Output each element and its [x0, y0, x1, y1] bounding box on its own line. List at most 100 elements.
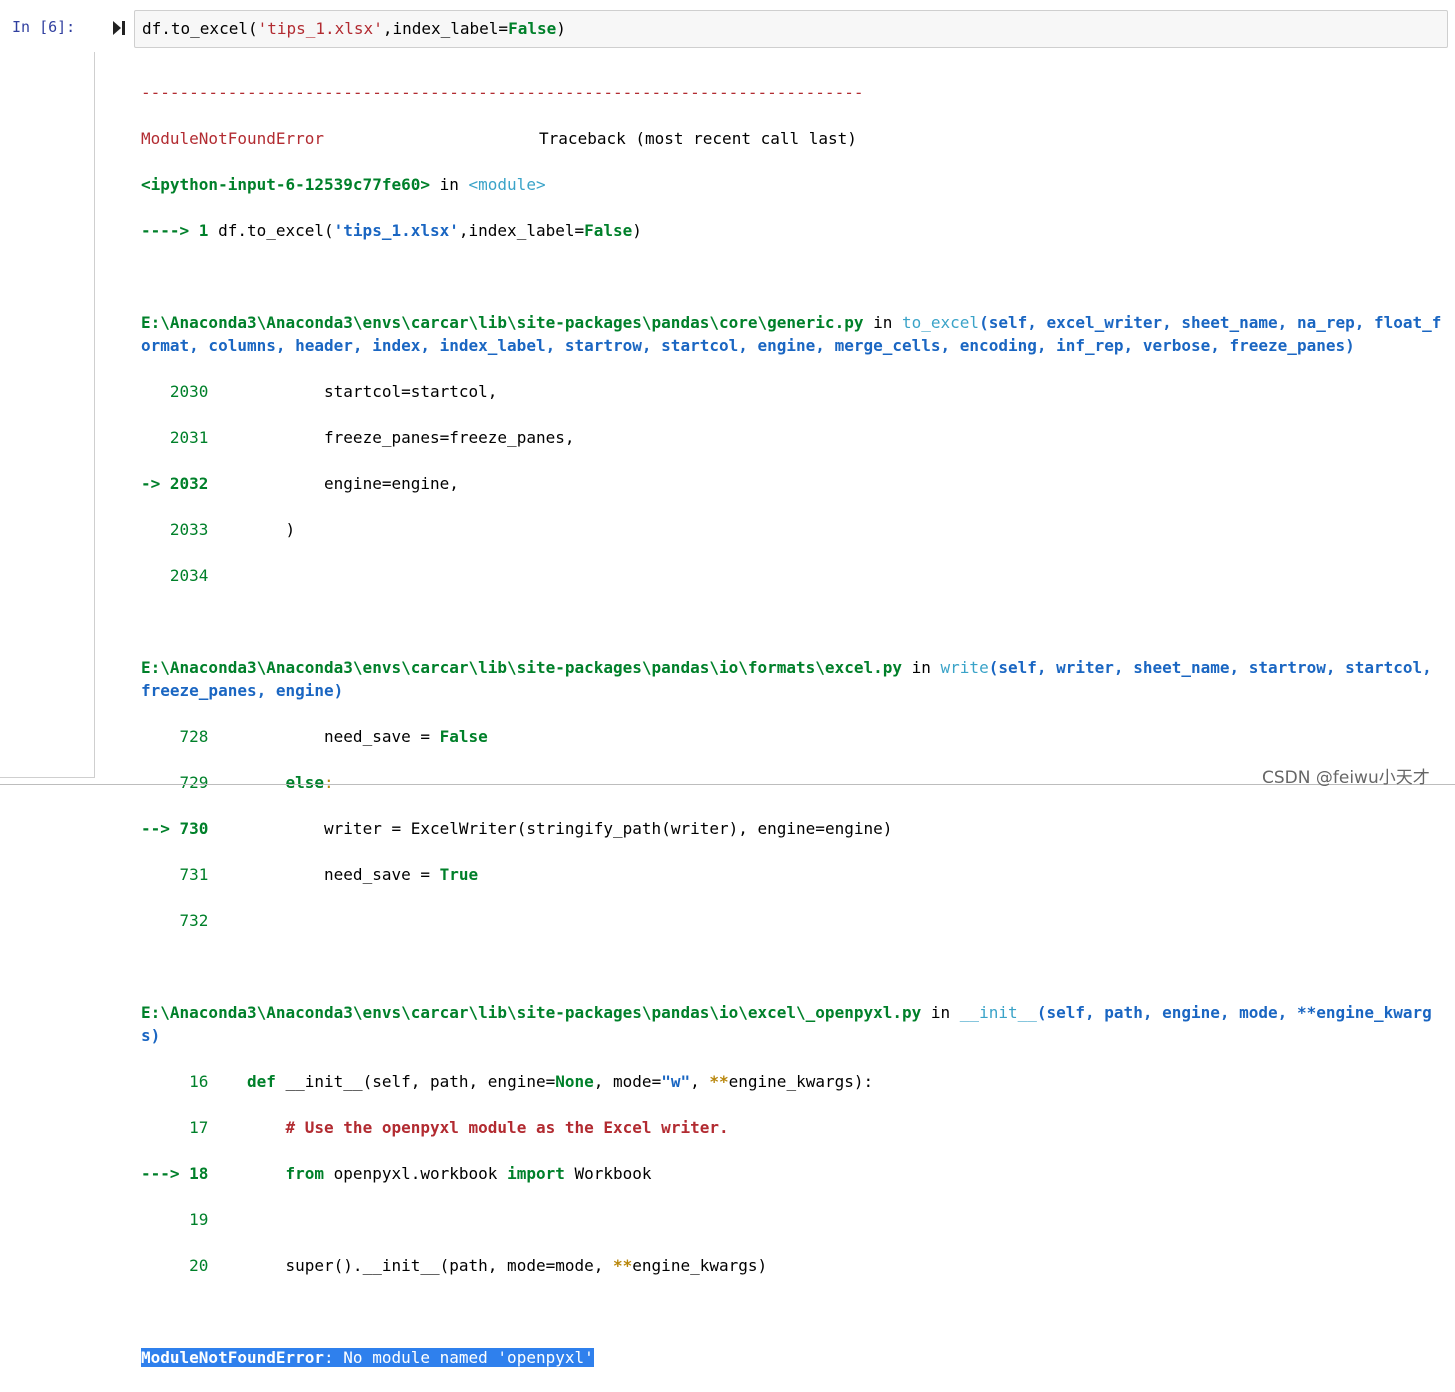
frame2-line-731: 731 need_save = True	[141, 863, 1446, 886]
line-number: 731	[141, 865, 209, 884]
line-number: 2031	[141, 428, 209, 447]
line-code: openpyxl.workbook	[324, 1164, 508, 1183]
code-prefix: df.to_excel(	[142, 19, 258, 38]
line-code: need_save =	[208, 865, 440, 884]
csdn-watermark: CSDN @feiwu小天才	[1262, 768, 1430, 788]
in-word: in	[863, 313, 902, 332]
final-error-name: ModuleNotFoundError	[141, 1348, 325, 1367]
in-word: in	[902, 658, 941, 677]
frame3-func: __init__	[959, 1003, 1037, 1022]
traceback-separator: ----------------------------------------…	[141, 83, 864, 102]
line-code: __init__(self, path, engine=	[275, 1072, 556, 1091]
frame2-func: write	[940, 658, 989, 677]
frame2-line-728: 728 need_save = False	[141, 725, 1446, 748]
keyword-import: import	[507, 1164, 565, 1183]
line-code: engine=engine,	[208, 474, 459, 493]
line-number: 20	[141, 1256, 209, 1275]
final-error-message: : No module named 'openpyxl'	[324, 1348, 594, 1367]
line-code: startcol=startcol,	[208, 382, 498, 401]
code-str: 'tips_1.xlsx'	[333, 221, 459, 240]
frame3-line-17: 17 # Use the openpyxl module as the Exce…	[141, 1116, 1446, 1139]
frame2-path: E:\Anaconda3\Anaconda3\envs\carcar\lib\s…	[141, 658, 902, 677]
code-a: df.to_excel(	[218, 221, 334, 240]
cell-bottom-border	[0, 784, 1455, 785]
frame1-header: E:\Anaconda3\Anaconda3\envs\carcar\lib\s…	[141, 311, 1446, 357]
line-number: 17	[141, 1118, 209, 1137]
run-cell-icon[interactable]	[111, 18, 127, 38]
line-code: super().__init__(path, mode=mode,	[208, 1256, 614, 1275]
frame3-line-19: 19	[141, 1208, 1446, 1231]
arrow-marker: ---> 18	[141, 1164, 209, 1183]
code-false: False	[508, 19, 557, 38]
line-number: 2033	[141, 520, 209, 539]
arrow-marker: ----> 1	[141, 221, 219, 240]
line-number: 16	[141, 1072, 209, 1091]
code-close: )	[556, 19, 566, 38]
traceback-title: Traceback (most recent call last)	[539, 129, 857, 148]
line-code: engine_kwargs):	[728, 1072, 874, 1091]
frame2-line-732: 732	[141, 909, 1446, 932]
keyword-from: from	[208, 1164, 325, 1183]
frame3-line-18: ---> 18 from openpyxl.workbook import Wo…	[141, 1162, 1446, 1185]
line-number: 2030	[141, 382, 209, 401]
frame3-line-16: 16 def __init__(self, path, engine=None,…	[141, 1070, 1446, 1093]
frame3-path: E:\Anaconda3\Anaconda3\envs\carcar\lib\s…	[141, 1003, 922, 1022]
string-literal: "w"	[661, 1072, 691, 1091]
line-number: 728	[141, 727, 209, 746]
line-code: Workbook	[564, 1164, 652, 1183]
colon: :	[324, 773, 334, 792]
arrow-marker: --> 730	[141, 819, 209, 838]
traceback-output: ----------------------------------------…	[141, 58, 1446, 1392]
keyword-none: None	[555, 1072, 594, 1091]
frame1-line-2033: 2033 )	[141, 518, 1446, 541]
input-frame-line: <ipython-input-6-12539c77fe60> in <modul…	[141, 173, 1446, 196]
code-false: False	[584, 221, 633, 240]
line-code: freeze_panes=freeze_panes,	[208, 428, 575, 447]
frame1-line-2032: -> 2032 engine=engine,	[141, 472, 1446, 495]
final-error-line: ModuleNotFoundError: No module named 'op…	[141, 1346, 1446, 1369]
code-string: 'tips_1.xlsx'	[257, 19, 383, 38]
frame1-path: E:\Anaconda3\Anaconda3\envs\carcar\lib\s…	[141, 313, 864, 332]
traceback-header: ModuleNotFoundError Traceback (most recen…	[141, 127, 1446, 150]
line-code: , mode=	[593, 1072, 662, 1091]
final-error-selection[interactable]: ModuleNotFoundError: No module named 'op…	[141, 1348, 594, 1367]
frame1-line-2030: 2030 startcol=startcol,	[141, 380, 1446, 403]
frame1-func: to_excel	[902, 313, 980, 332]
frame3-header: E:\Anaconda3\Anaconda3\envs\carcar\lib\s…	[141, 1001, 1446, 1047]
frame2-header: E:\Anaconda3\Anaconda3\envs\carcar\lib\s…	[141, 656, 1446, 702]
code-b: ,index_label=	[458, 221, 585, 240]
error-name: ModuleNotFoundError	[141, 129, 325, 148]
cell-prompt: In [6]:	[12, 18, 76, 36]
frame1-line-2031: 2031 freeze_panes=freeze_panes,	[141, 426, 1446, 449]
keyword-true: True	[439, 865, 479, 884]
output-prompt-area[interactable]	[0, 52, 95, 778]
line-code: need_save =	[208, 727, 440, 746]
operator-stars: **	[613, 1256, 633, 1275]
code-comment: # Use the openpyxl module as the Excel w…	[208, 1118, 729, 1137]
line-code: writer = ExcelWriter(stringify_path(writ…	[208, 819, 893, 838]
frame1-line-2034: 2034	[141, 564, 1446, 587]
input-frame-code: ----> 1 df.to_excel('tips_1.xlsx',index_…	[141, 219, 1446, 242]
frame3-line-20: 20 super().__init__(path, mode=mode, **e…	[141, 1254, 1446, 1277]
keyword-def: def	[208, 1072, 276, 1091]
operator-stars: **	[709, 1072, 729, 1091]
line-number: 729	[141, 773, 209, 792]
code-input[interactable]: df.to_excel('tips_1.xlsx',index_label=Fa…	[134, 10, 1448, 48]
keyword-false: False	[439, 727, 488, 746]
line-code: engine_kwargs)	[632, 1256, 768, 1275]
line-code: )	[208, 520, 296, 539]
line-code: ,	[690, 1072, 710, 1091]
line-number: 2034	[141, 566, 209, 585]
module-word: <module>	[468, 175, 546, 194]
frame2-line-730: --> 730 writer = ExcelWriter(stringify_p…	[141, 817, 1446, 840]
in-word: in	[921, 1003, 960, 1022]
in-word: in	[429, 175, 469, 194]
frame2-line-729: 729 else:	[141, 771, 1446, 794]
ipython-input-ref: <ipython-input-6-12539c77fe60>	[141, 175, 430, 194]
line-number: 19	[141, 1210, 209, 1229]
keyword-else: else	[208, 773, 325, 792]
